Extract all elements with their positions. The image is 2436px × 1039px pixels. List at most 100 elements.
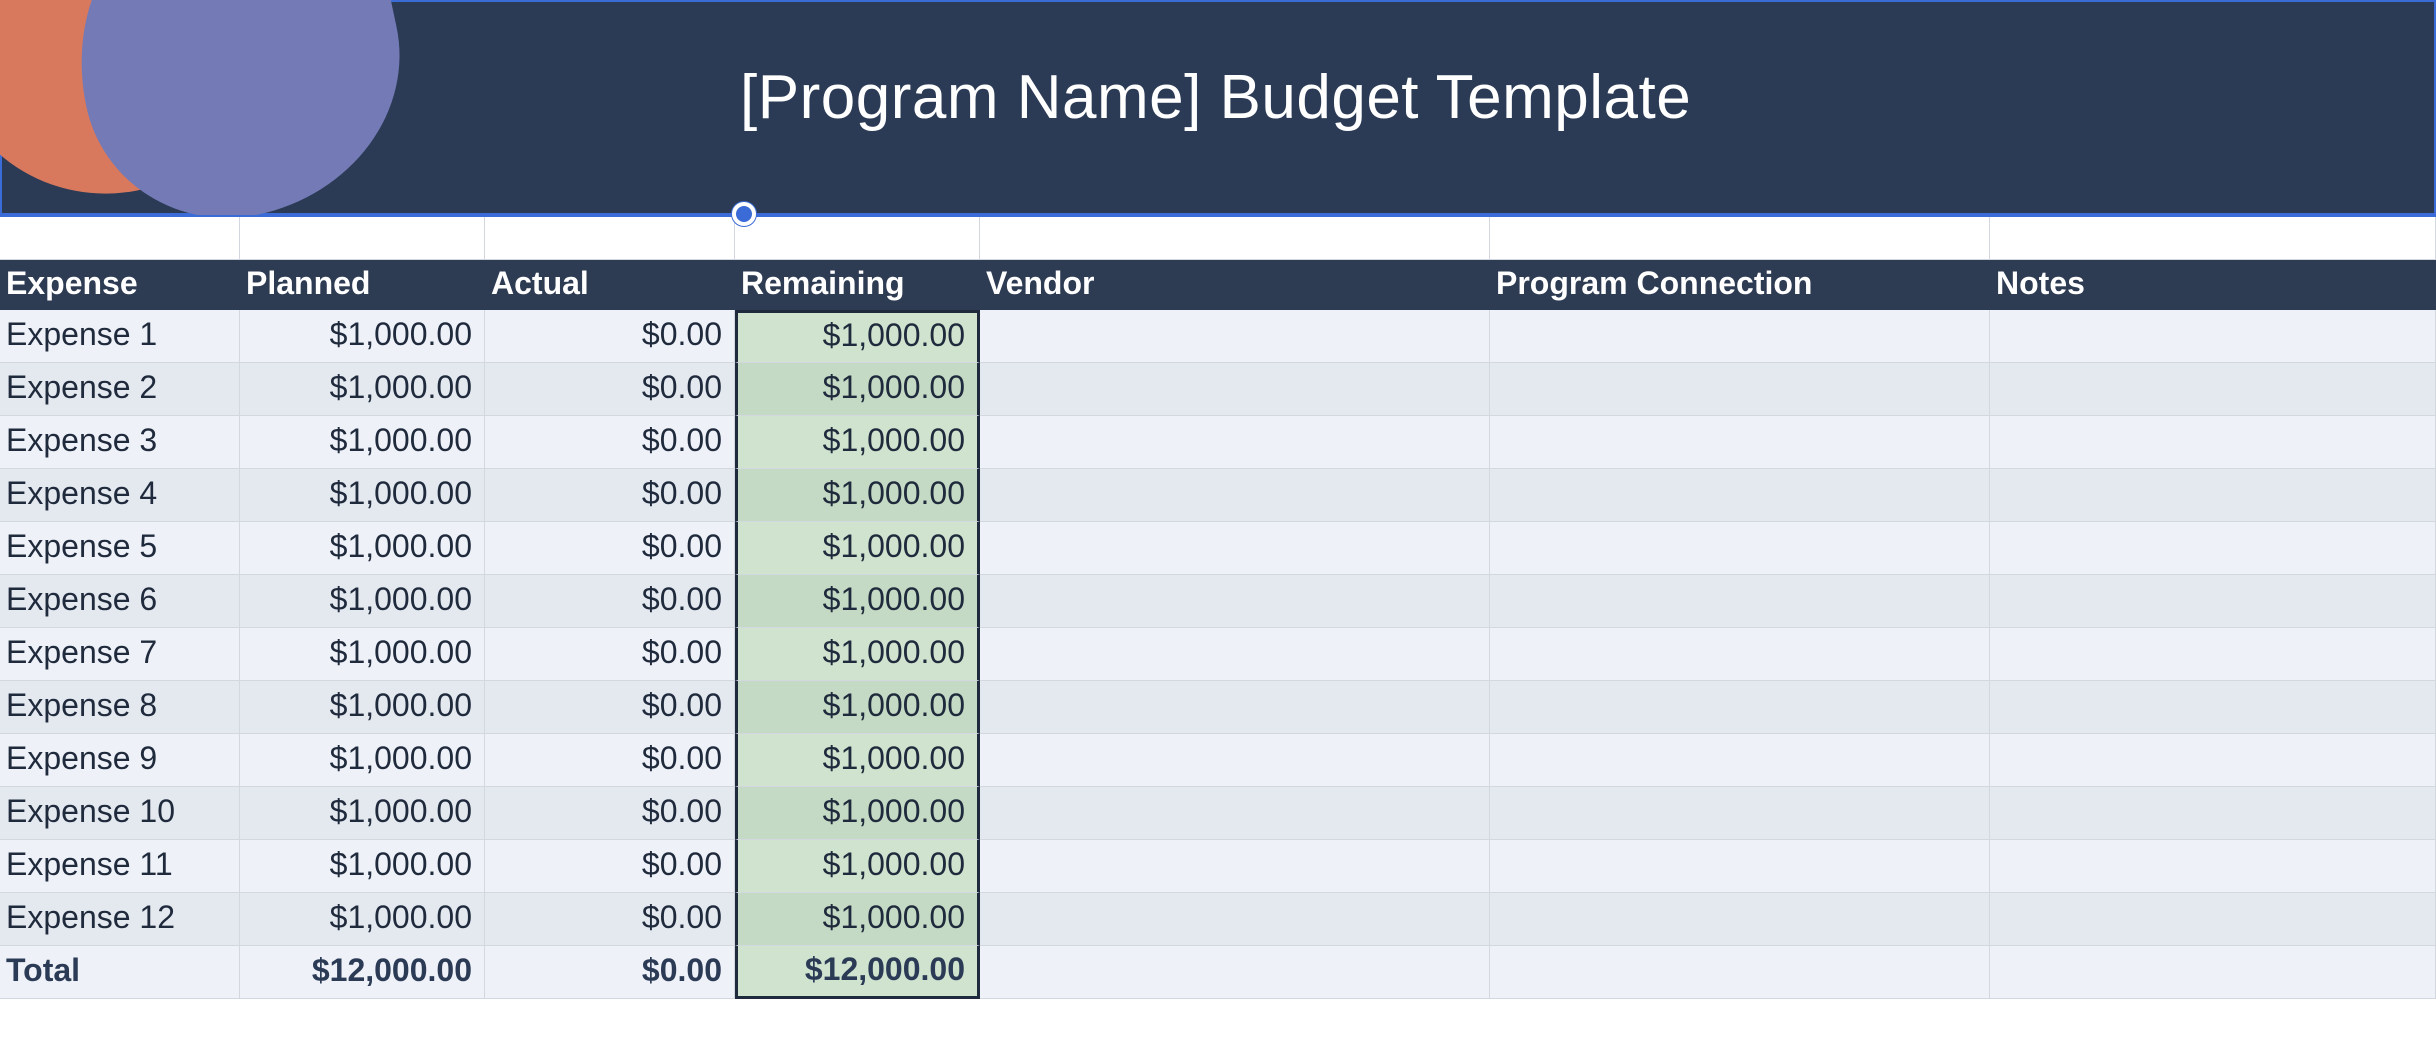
cell-expense[interactable]: Expense 3 bbox=[0, 416, 240, 469]
cell-expense[interactable]: Expense 4 bbox=[0, 469, 240, 522]
cell-planned[interactable]: $1,000.00 bbox=[240, 416, 485, 469]
cell-connection[interactable] bbox=[1490, 522, 1990, 575]
cell-planned[interactable]: $1,000.00 bbox=[240, 893, 485, 946]
spacer-row[interactable] bbox=[0, 215, 2436, 260]
cell-expense[interactable]: Expense 2 bbox=[0, 363, 240, 416]
cell-total-label[interactable]: Total bbox=[0, 946, 240, 999]
cell-remaining[interactable]: $1,000.00 bbox=[735, 628, 980, 681]
cell-planned[interactable]: $1,000.00 bbox=[240, 628, 485, 681]
cell-planned[interactable]: $1,000.00 bbox=[240, 310, 485, 363]
cell-connection[interactable] bbox=[1490, 893, 1990, 946]
cell-total-connection[interactable] bbox=[1490, 946, 1990, 999]
cell-actual[interactable]: $0.00 bbox=[485, 734, 735, 787]
cell-remaining[interactable]: $1,000.00 bbox=[735, 416, 980, 469]
cell-planned[interactable]: $1,000.00 bbox=[240, 787, 485, 840]
cell-notes[interactable] bbox=[1990, 310, 2436, 363]
cell-expense[interactable]: Expense 9 bbox=[0, 734, 240, 787]
cell-actual[interactable]: $0.00 bbox=[485, 893, 735, 946]
cell-actual[interactable]: $0.00 bbox=[485, 575, 735, 628]
cell-total-remaining[interactable]: $12,000.00 bbox=[735, 946, 980, 999]
cell-actual[interactable]: $0.00 bbox=[485, 469, 735, 522]
cell-actual[interactable]: $0.00 bbox=[485, 416, 735, 469]
cell-vendor[interactable] bbox=[980, 522, 1490, 575]
cell-remaining[interactable]: $1,000.00 bbox=[735, 681, 980, 734]
cell-connection[interactable] bbox=[1490, 840, 1990, 893]
cell-vendor[interactable] bbox=[980, 469, 1490, 522]
cell-remaining[interactable]: $1,000.00 bbox=[735, 522, 980, 575]
cell-expense[interactable]: Expense 7 bbox=[0, 628, 240, 681]
cell-connection[interactable] bbox=[1490, 416, 1990, 469]
cell-vendor[interactable] bbox=[980, 893, 1490, 946]
cell-vendor[interactable] bbox=[980, 363, 1490, 416]
cell-planned[interactable]: $1,000.00 bbox=[240, 363, 485, 416]
header-vendor[interactable]: Vendor bbox=[980, 260, 1490, 310]
cell-actual[interactable]: $0.00 bbox=[485, 522, 735, 575]
cell-planned[interactable]: $1,000.00 bbox=[240, 469, 485, 522]
cell-expense[interactable]: Expense 11 bbox=[0, 840, 240, 893]
cell-connection[interactable] bbox=[1490, 628, 1990, 681]
header-planned[interactable]: Planned bbox=[240, 260, 485, 310]
cell-planned[interactable]: $1,000.00 bbox=[240, 522, 485, 575]
cell-notes[interactable] bbox=[1990, 787, 2436, 840]
cell-remaining[interactable]: $1,000.00 bbox=[735, 575, 980, 628]
cell-connection[interactable] bbox=[1490, 363, 1990, 416]
cell-total-notes[interactable] bbox=[1990, 946, 2436, 999]
cell-remaining[interactable]: $1,000.00 bbox=[735, 840, 980, 893]
cell-notes[interactable] bbox=[1990, 893, 2436, 946]
cell-remaining[interactable]: $1,000.00 bbox=[735, 363, 980, 416]
cell-actual[interactable]: $0.00 bbox=[485, 787, 735, 840]
cell-remaining[interactable]: $1,000.00 bbox=[735, 310, 980, 363]
column-header-row[interactable]: Expense Planned Actual Remaining Vendor … bbox=[0, 260, 2436, 310]
cell-connection[interactable] bbox=[1490, 575, 1990, 628]
cell-connection[interactable] bbox=[1490, 310, 1990, 363]
cell-remaining[interactable]: $1,000.00 bbox=[735, 469, 980, 522]
cell-actual[interactable]: $0.00 bbox=[485, 363, 735, 416]
cell-notes[interactable] bbox=[1990, 840, 2436, 893]
cell-actual[interactable]: $0.00 bbox=[485, 310, 735, 363]
cell-expense[interactable]: Expense 12 bbox=[0, 893, 240, 946]
cell-connection[interactable] bbox=[1490, 734, 1990, 787]
cell-expense[interactable]: Expense 10 bbox=[0, 787, 240, 840]
cell-planned[interactable]: $1,000.00 bbox=[240, 840, 485, 893]
cell-planned[interactable]: $1,000.00 bbox=[240, 681, 485, 734]
header-remaining[interactable]: Remaining bbox=[735, 260, 980, 310]
cell-remaining[interactable]: $1,000.00 bbox=[735, 893, 980, 946]
cell-total-planned[interactable]: $12,000.00 bbox=[240, 946, 485, 999]
cell-connection[interactable] bbox=[1490, 787, 1990, 840]
cell-expense[interactable]: Expense 1 bbox=[0, 310, 240, 363]
cell-notes[interactable] bbox=[1990, 469, 2436, 522]
cell-expense[interactable]: Expense 6 bbox=[0, 575, 240, 628]
cell-total-actual[interactable]: $0.00 bbox=[485, 946, 735, 999]
cell-expense[interactable]: Expense 5 bbox=[0, 522, 240, 575]
cell-notes[interactable] bbox=[1990, 734, 2436, 787]
cell-vendor[interactable] bbox=[980, 787, 1490, 840]
cell-connection[interactable] bbox=[1490, 469, 1990, 522]
cell-actual[interactable]: $0.00 bbox=[485, 628, 735, 681]
cell-vendor[interactable] bbox=[980, 416, 1490, 469]
cell-remaining[interactable]: $1,000.00 bbox=[735, 787, 980, 840]
cell-expense[interactable]: Expense 8 bbox=[0, 681, 240, 734]
cell-notes[interactable] bbox=[1990, 522, 2436, 575]
cell-vendor[interactable] bbox=[980, 681, 1490, 734]
cell-actual[interactable]: $0.00 bbox=[485, 840, 735, 893]
blank-area[interactable] bbox=[0, 999, 2436, 1039]
cell-actual[interactable]: $0.00 bbox=[485, 681, 735, 734]
cell-notes[interactable] bbox=[1990, 681, 2436, 734]
cell-vendor[interactable] bbox=[980, 734, 1490, 787]
header-expense[interactable]: Expense bbox=[0, 260, 240, 310]
header-connection[interactable]: Program Connection bbox=[1490, 260, 1990, 310]
selection-handle-icon[interactable] bbox=[732, 202, 756, 226]
cell-remaining[interactable]: $1,000.00 bbox=[735, 734, 980, 787]
header-notes[interactable]: Notes bbox=[1990, 260, 2436, 310]
cell-notes[interactable] bbox=[1990, 575, 2436, 628]
cell-notes[interactable] bbox=[1990, 363, 2436, 416]
cell-vendor[interactable] bbox=[980, 575, 1490, 628]
cell-planned[interactable]: $1,000.00 bbox=[240, 575, 485, 628]
cell-notes[interactable] bbox=[1990, 628, 2436, 681]
title-banner[interactable]: [Program Name] Budget Template bbox=[0, 0, 2436, 215]
cell-vendor[interactable] bbox=[980, 840, 1490, 893]
cell-planned[interactable]: $1,000.00 bbox=[240, 734, 485, 787]
cell-vendor[interactable] bbox=[980, 310, 1490, 363]
header-actual[interactable]: Actual bbox=[485, 260, 735, 310]
cell-connection[interactable] bbox=[1490, 681, 1990, 734]
